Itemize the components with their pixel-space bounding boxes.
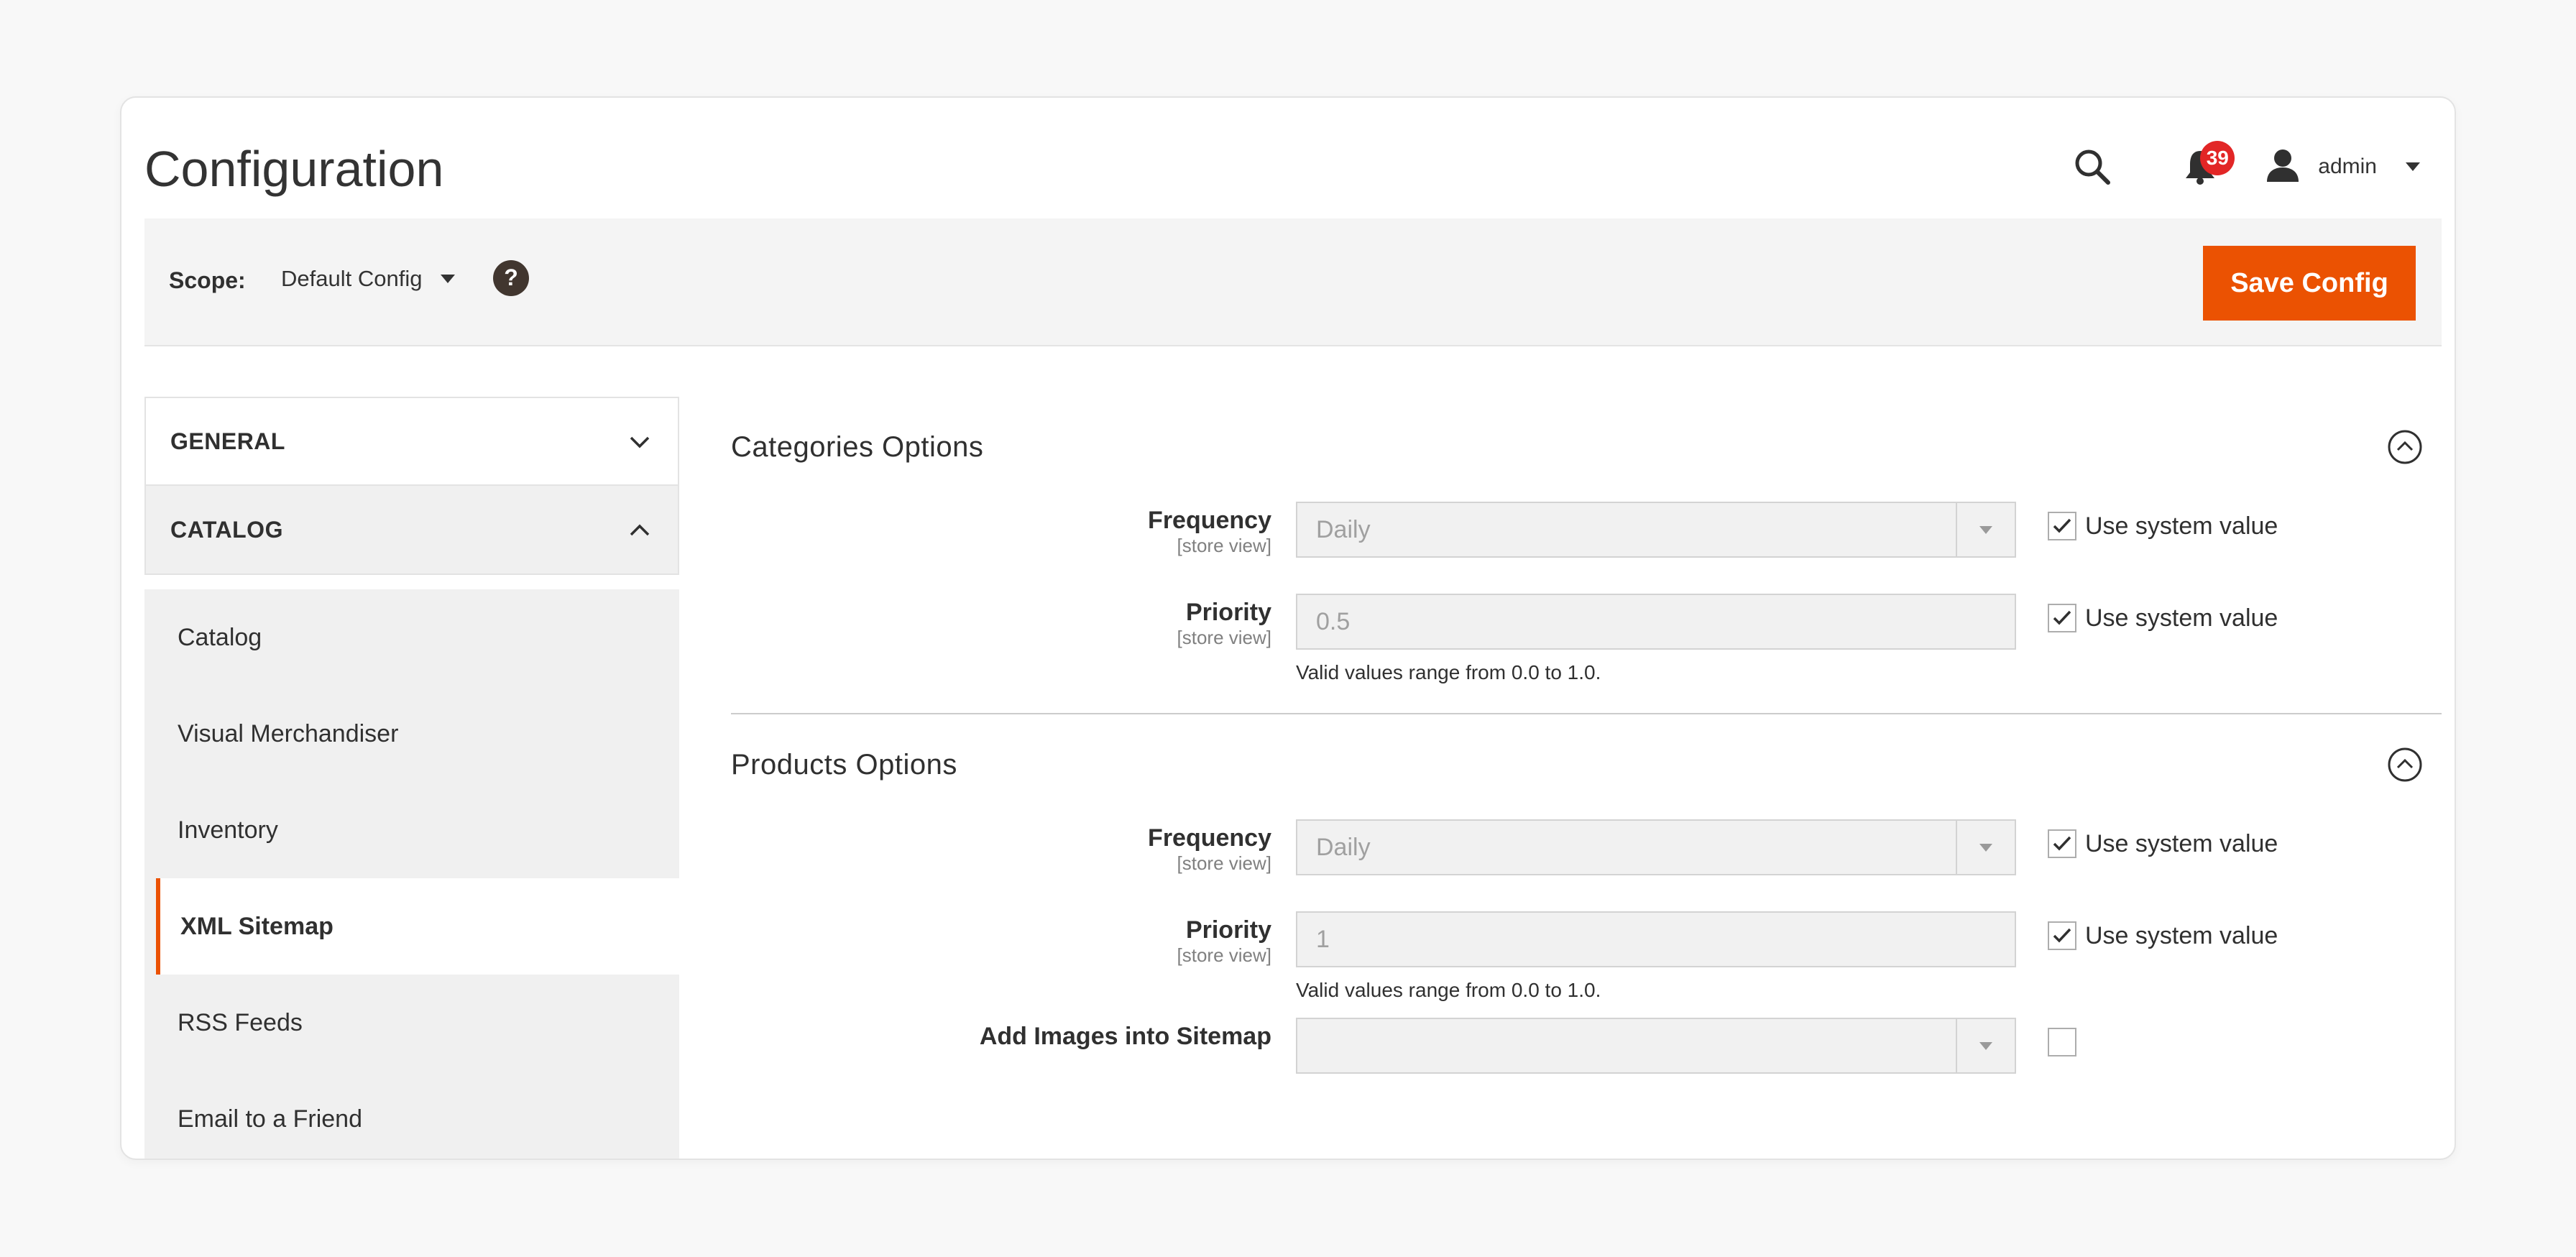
scope-value: Default Config	[281, 266, 423, 291]
field-row-products-frequency: Frequency [store view] Daily Use system …	[731, 815, 2442, 907]
field-row-products-priority: Priority [store view] 1 Valid values ran…	[731, 907, 2442, 1013]
nav-section-general[interactable]: GENERAL	[144, 397, 679, 486]
checkmark-icon	[2048, 921, 2076, 950]
sidebar-item-inventory[interactable]: Inventory	[144, 782, 679, 878]
field-label-group: Frequency [store view]	[731, 824, 1271, 874]
bell-icon[interactable]: 39	[2171, 138, 2235, 195]
checkmark-icon	[2048, 829, 2076, 858]
input-value: 0.5	[1316, 607, 1351, 635]
field-note: Valid values range from 0.0 to 1.0.	[1296, 661, 1601, 683]
field-label: Frequency	[1148, 507, 1271, 534]
checkmark-icon	[2048, 512, 2076, 540]
field-label-group: Add Images into Sitemap	[731, 1022, 1271, 1051]
user-icon	[2265, 147, 2301, 187]
nav-section-label: GENERAL	[170, 428, 285, 454]
use-system-value-label: Use system value	[2085, 829, 2278, 857]
field-label-group: Priority [store view]	[731, 598, 1272, 648]
caret-down-icon	[2406, 162, 2420, 171]
section-title: Products Options	[731, 748, 957, 781]
frequency-select[interactable]: Daily	[1296, 819, 2016, 875]
field-label: Frequency	[1148, 824, 1271, 852]
select-value: Daily	[1316, 515, 1371, 543]
field-label: Priority	[1185, 916, 1271, 944]
section-title: Categories Options	[731, 430, 984, 463]
nav-section-catalog[interactable]: CATALOG	[144, 486, 679, 575]
field-row-add-images-into-sitemap: Add Images into Sitemap	[731, 1013, 2442, 1105]
collapse-circle-icon[interactable]	[2387, 747, 2423, 783]
use-system-value-label: Use system value	[2085, 604, 2278, 632]
scope-label: Scope:	[169, 267, 246, 293]
field-row-categories-priority: Priority [store view] 0.5 Valid values r…	[731, 589, 2442, 696]
field-scope: [store view]	[1177, 535, 1272, 556]
sidebar-item-xml-sitemap[interactable]: XML Sitemap	[156, 878, 679, 975]
question-mark-icon[interactable]: ?	[492, 259, 530, 297]
field-scope: [store view]	[1177, 944, 1272, 966]
scope-bar: Scope: Default Config ? Save Config	[144, 218, 2442, 346]
config-sidebar: GENERAL CATALOG Catalog Visual Merchandi…	[144, 397, 679, 1159]
use-system-value-label: Use system value	[2085, 921, 2278, 949]
checkbox-icon	[2048, 1028, 2076, 1056]
frequency-select[interactable]: Daily	[1296, 502, 2016, 558]
svg-text:?: ?	[504, 264, 518, 290]
sidebar-item-catalog[interactable]: Catalog	[144, 589, 679, 686]
use-system-value-label: Use system value	[2085, 512, 2278, 540]
field-scope: [store view]	[1177, 627, 1272, 648]
priority-input[interactable]: 1	[1296, 911, 2016, 967]
input-value: 1	[1316, 925, 1330, 953]
select-arrow-icon	[1956, 503, 2015, 556]
field-note: Valid values range from 0.0 to 1.0.	[1296, 979, 1601, 1001]
section-header-categories-options[interactable]: Categories Options	[731, 397, 2442, 497]
catalog-nav-list: Catalog Visual Merchandiser Inventory XM…	[144, 589, 679, 1159]
user-menu[interactable]: admin	[2265, 138, 2420, 195]
checkmark-icon	[2048, 604, 2076, 632]
use-system-value-checkbox[interactable]	[2048, 1028, 2085, 1056]
collapse-circle-icon[interactable]	[2387, 429, 2423, 465]
section-header-products-options[interactable]: Products Options	[731, 714, 2442, 815]
config-content: Categories Options Frequency [store view…	[731, 397, 2442, 1105]
field-row-categories-frequency: Frequency [store view] Daily Use system …	[731, 497, 2442, 589]
field-label-group: Priority [store view]	[731, 916, 1272, 966]
chevron-up-icon	[629, 517, 650, 543]
search-icon[interactable]	[2064, 138, 2121, 195]
configuration-panel: Configuration 39 admin Scope: Default Co…	[120, 96, 2456, 1160]
sidebar-item-email-to-a-friend[interactable]: Email to a Friend	[144, 1071, 679, 1159]
use-system-value-checkbox[interactable]: Use system value	[2048, 604, 2278, 632]
sidebar-item-rss-feeds[interactable]: RSS Feeds	[144, 975, 679, 1071]
use-system-value-checkbox[interactable]: Use system value	[2048, 829, 2278, 858]
field-label: Priority	[1185, 599, 1271, 626]
use-system-value-checkbox[interactable]: Use system value	[2048, 921, 2278, 950]
field-label-group: Frequency [store view]	[731, 506, 1271, 556]
page-title: Configuration	[144, 141, 444, 197]
header-actions: 39 admin	[2064, 124, 2420, 210]
field-scope: [store view]	[1177, 852, 1272, 874]
notification-count-badge: 39	[2200, 141, 2235, 175]
sidebar-item-visual-merchandiser[interactable]: Visual Merchandiser	[144, 686, 679, 782]
user-name: admin	[2318, 155, 2377, 178]
field-label: Add Images into Sitemap	[979, 1023, 1271, 1050]
use-system-value-checkbox[interactable]: Use system value	[2048, 512, 2278, 540]
scope-switcher[interactable]: Default Config	[281, 266, 456, 292]
priority-input[interactable]: 0.5	[1296, 594, 2016, 650]
nav-section-label: CATALOG	[170, 516, 283, 543]
caret-down-icon	[441, 275, 456, 283]
save-config-button[interactable]: Save Config	[2203, 246, 2416, 321]
select-arrow-icon	[1956, 1019, 2015, 1072]
select-value: Daily	[1316, 833, 1371, 861]
chevron-down-icon	[629, 428, 650, 455]
select-arrow-icon	[1956, 821, 2015, 874]
add-images-select[interactable]	[1296, 1018, 2016, 1074]
